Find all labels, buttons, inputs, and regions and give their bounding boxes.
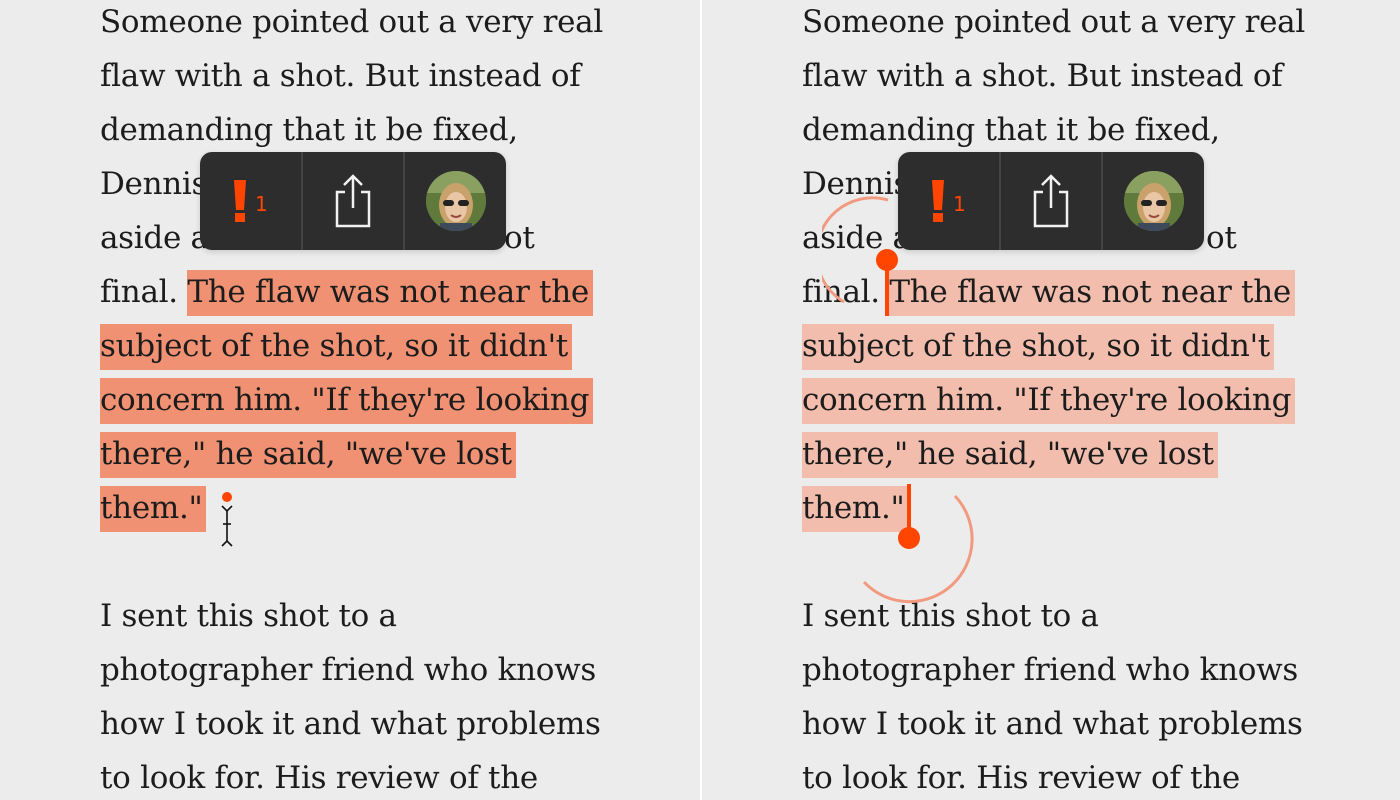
share-icon: [1033, 174, 1069, 228]
highlighted-text[interactable]: there," he said, "we've lost: [100, 432, 516, 478]
flag-button[interactable]: 1: [898, 152, 999, 250]
text-line: how I took it and what problems: [100, 706, 601, 742]
avatar-photo: [1123, 171, 1184, 231]
text-line: subject of the shot, so it didn't: [802, 319, 1274, 373]
text-segment: final.: [100, 274, 178, 310]
text-line: flaw with a shot. But instead of: [100, 58, 581, 94]
text-line: flaw with a shot. But instead of: [802, 58, 1283, 94]
selection-end-handle-icon[interactable]: [852, 480, 982, 610]
selected-text[interactable]: there," he said, "we've lost: [802, 432, 1218, 478]
text-line: demanding that it be fixed,: [100, 112, 518, 148]
share-button[interactable]: [300, 152, 404, 250]
annotation-toolbar: 1: [200, 152, 506, 250]
text-line: aside a: [100, 220, 209, 256]
highlighted-text[interactable]: concern him. "If they're looking: [100, 378, 594, 424]
flag-count: 1: [254, 192, 268, 216]
share-button[interactable]: [998, 152, 1102, 250]
right-panel: Someone pointed out a very real flaw wit…: [702, 0, 1400, 800]
selected-text[interactable]: concern him. "If they're looking: [802, 378, 1296, 424]
annotation-toolbar: 1: [898, 152, 1204, 250]
text-line: them.": [100, 481, 207, 535]
text-line: final. The flaw was not near the: [100, 265, 593, 319]
text-line: I sent this shot to a: [100, 598, 397, 634]
user-avatar: [425, 171, 486, 231]
highlighted-text[interactable]: them.": [100, 486, 207, 532]
user-avatar: [1123, 171, 1184, 231]
selected-text[interactable]: subject of the shot, so it didn't: [802, 324, 1274, 370]
screen: Someone pointed out a very real flaw wit…: [0, 0, 1400, 800]
text-line: there," he said, "we've lost: [100, 427, 516, 481]
author-avatar-button[interactable]: [1101, 152, 1204, 250]
text-line: Someone pointed out a very real: [802, 4, 1305, 40]
highlighted-text[interactable]: The flaw was not near the: [187, 270, 593, 316]
exclamation-flag-icon: [931, 180, 944, 222]
text-line: photographer friend who knows: [802, 652, 1298, 688]
text-line: photographer friend who knows: [100, 652, 596, 688]
text-line-tail: ot: [1206, 220, 1237, 256]
text-line: demanding that it be fixed,: [802, 112, 1220, 148]
flag-button[interactable]: 1: [200, 152, 301, 250]
text-line: concern him. "If they're looking: [802, 373, 1296, 427]
text-line: Dennis: [100, 166, 208, 202]
exclamation-flag-icon: [233, 180, 246, 222]
text-line: concern him. "If they're looking: [100, 373, 594, 427]
share-icon: [335, 174, 371, 228]
flag-count: 1: [952, 192, 966, 216]
text-line: there," he said, "we've lost: [802, 427, 1218, 481]
highlighted-text[interactable]: subject of the shot, so it didn't: [100, 324, 572, 370]
avatar-photo: [425, 171, 486, 231]
left-panel: Someone pointed out a very real flaw wit…: [0, 0, 700, 800]
text-line: subject of the shot, so it didn't: [100, 319, 572, 373]
selected-text[interactable]: The flaw was not near the: [889, 270, 1295, 316]
text-line: to look for. His review of the: [802, 760, 1240, 796]
text-line-tail: ot: [504, 220, 535, 256]
text-line: Someone pointed out a very real: [100, 4, 603, 40]
text-line: to look for. His review of the: [100, 760, 538, 796]
author-avatar-button[interactable]: [403, 152, 506, 250]
text-insertion-cursor-icon: [221, 492, 233, 547]
text-line: how I took it and what problems: [802, 706, 1303, 742]
